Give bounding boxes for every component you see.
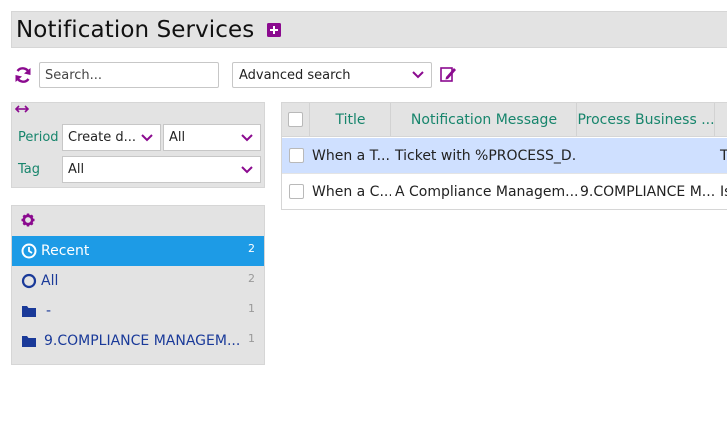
- column-header-title[interactable]: Title: [311, 103, 391, 136]
- category-label: All: [41, 273, 59, 289]
- category-count: 1: [248, 302, 255, 315]
- select-all-checkbox[interactable]: [288, 112, 303, 127]
- advanced-search-label: Advanced search: [239, 67, 351, 83]
- category-label: 9.COMPLIANCE MANAGEM...: [44, 333, 241, 349]
- category-panel: Recent 2 All 2 - 1 9.COMPLIANCE MANAGEM.…: [11, 205, 265, 365]
- row-checkbox[interactable]: [288, 148, 304, 163]
- folder-icon: [22, 336, 36, 347]
- chevron-down-icon: [141, 134, 153, 142]
- table-row[interactable]: When a T... Ticket with %PROCESS_D... T: [282, 138, 727, 174]
- row-process: 9.COMPLIANCE M...: [580, 183, 715, 200]
- table-row[interactable]: When a C... A Compliance Managem... 9.CO…: [282, 174, 727, 209]
- chevron-down-icon: [412, 71, 424, 79]
- page-title: Notification Services: [16, 16, 255, 43]
- row-title: When a T...: [312, 147, 390, 164]
- add-icon[interactable]: [266, 22, 282, 38]
- chevron-down-icon: [241, 134, 253, 142]
- clock-icon: [21, 243, 37, 259]
- category-label: -: [46, 303, 52, 319]
- category-item-dash[interactable]: - 1: [12, 296, 264, 326]
- tag-select[interactable]: All: [62, 156, 261, 183]
- category-count: 2: [248, 272, 255, 285]
- table-header: Title Notification Message Process Busin…: [282, 103, 727, 137]
- gear-icon[interactable]: [21, 213, 35, 227]
- row-message: A Compliance Managem...: [395, 183, 577, 200]
- folder-icon: [22, 306, 36, 317]
- row-checkbox[interactable]: [288, 184, 304, 199]
- row-title: When a C...: [312, 183, 391, 200]
- row-process: [578, 138, 715, 173]
- period-label: Period: [18, 130, 59, 145]
- period-value: All: [169, 130, 186, 145]
- row-checkbox-cell: [282, 174, 310, 209]
- category-item-all[interactable]: All 2: [12, 266, 264, 296]
- chevron-down-icon: [241, 166, 253, 174]
- row-checkbox-cell: [282, 138, 310, 173]
- tag-filter-row: Tag All: [12, 156, 261, 183]
- category-count: 2: [248, 242, 255, 255]
- advanced-search-dropdown[interactable]: Advanced search: [232, 62, 432, 88]
- period-field-select[interactable]: Create d...: [62, 124, 161, 151]
- refresh-icon[interactable]: [13, 65, 33, 85]
- row-extra: Is: [720, 183, 727, 200]
- column-header-process[interactable]: Process Business ...: [578, 103, 715, 136]
- edit-search-icon[interactable]: [439, 65, 457, 83]
- select-all-cell: [282, 103, 310, 136]
- column-header-message[interactable]: Notification Message: [392, 103, 577, 136]
- row-message: Ticket with %PROCESS_D...: [395, 147, 577, 164]
- resize-horizontal-icon[interactable]: [15, 104, 29, 114]
- category-count: 1: [248, 332, 255, 345]
- circle-icon: [21, 273, 37, 289]
- filter-panel: Period Create d... All Tag All: [11, 102, 265, 188]
- category-item-recent[interactable]: Recent 2: [12, 236, 264, 266]
- period-value-select[interactable]: All: [163, 124, 261, 151]
- notification-table: Title Notification Message Process Busin…: [281, 102, 727, 210]
- tag-label: Tag: [18, 162, 41, 177]
- search-input[interactable]: [39, 62, 219, 88]
- tag-value: All: [68, 162, 85, 177]
- row-extra: T: [716, 138, 727, 173]
- page-header: Notification Services: [11, 11, 727, 48]
- period-filter-row: Period Create d... All: [12, 124, 261, 151]
- category-label: Recent: [41, 243, 90, 259]
- category-item-compliance[interactable]: 9.COMPLIANCE MANAGEM... 1: [12, 326, 264, 356]
- period-field-value: Create d...: [68, 130, 136, 145]
